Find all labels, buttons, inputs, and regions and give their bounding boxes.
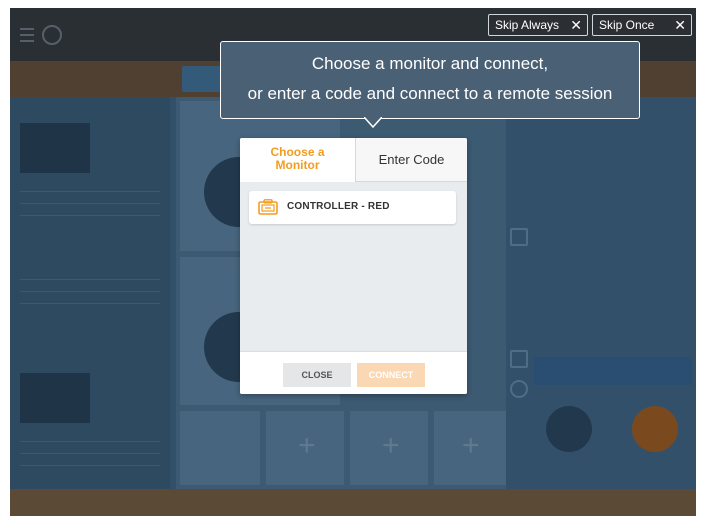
scenario-thumb xyxy=(20,123,90,173)
bg-tile xyxy=(180,411,260,485)
bg-row xyxy=(20,465,160,476)
cpr-bar xyxy=(534,357,692,385)
close-icon: ✕ xyxy=(674,17,686,33)
app-frame: + + + Skip Always ✕ Skip Once ✕ Choose a… xyxy=(10,8,696,516)
monitor-list: CONTROLLER - RED xyxy=(240,182,467,351)
bg-row xyxy=(20,279,160,290)
bg-round-button xyxy=(546,406,592,452)
skip-once-label: Skip Once xyxy=(599,18,655,32)
bg-row xyxy=(20,291,160,302)
bg-round-button xyxy=(632,406,678,452)
close-icon: ✕ xyxy=(570,17,582,33)
controller-icon xyxy=(258,199,278,215)
scenario-column xyxy=(10,97,170,489)
callout-pointer xyxy=(364,117,382,129)
monitor-list-item[interactable]: CONTROLLER - RED xyxy=(249,191,456,224)
scenario-thumb xyxy=(20,373,90,423)
callout-line-2: or enter a code and connect to a remote … xyxy=(247,84,613,103)
close-button[interactable]: CLOSE xyxy=(283,363,351,387)
tab-choose-monitor[interactable]: Choose a Monitor xyxy=(240,138,355,182)
edit-icon xyxy=(510,350,528,368)
callout-line-1: Choose a monitor and connect, xyxy=(311,54,549,73)
bg-row xyxy=(20,303,160,314)
skip-always-button[interactable]: Skip Always ✕ xyxy=(488,14,588,36)
bg-row xyxy=(20,453,160,464)
tutorial-callout: Choose a monitor and connect, or enter a… xyxy=(220,41,640,119)
bg-row xyxy=(20,215,160,226)
plus-icon: + xyxy=(382,429,400,462)
bg-row xyxy=(20,441,160,452)
skip-always-label: Skip Always xyxy=(495,18,560,32)
plus-icon: + xyxy=(298,429,316,462)
connect-button[interactable]: CONNECT xyxy=(357,363,425,387)
footer-bar xyxy=(10,489,696,516)
bg-row xyxy=(20,203,160,214)
edit-icon xyxy=(510,228,528,246)
bg-row xyxy=(20,191,160,202)
menu-icon xyxy=(20,28,34,42)
eye-icon xyxy=(510,380,528,398)
monitor-label: CONTROLLER - RED xyxy=(287,201,390,212)
dialog-button-bar: CLOSE CONNECT xyxy=(240,351,467,394)
logo-icon xyxy=(42,25,62,45)
tab-enter-code-label: Enter Code xyxy=(378,152,445,167)
tab-enter-code[interactable]: Enter Code xyxy=(355,138,467,182)
skip-once-button[interactable]: Skip Once ✕ xyxy=(592,14,692,36)
plus-icon: + xyxy=(462,429,480,462)
tab-choose-label-line2: Monitor xyxy=(275,158,320,172)
connect-dialog: Choose a Monitor Enter Code CONTROLLER -… xyxy=(240,138,467,394)
